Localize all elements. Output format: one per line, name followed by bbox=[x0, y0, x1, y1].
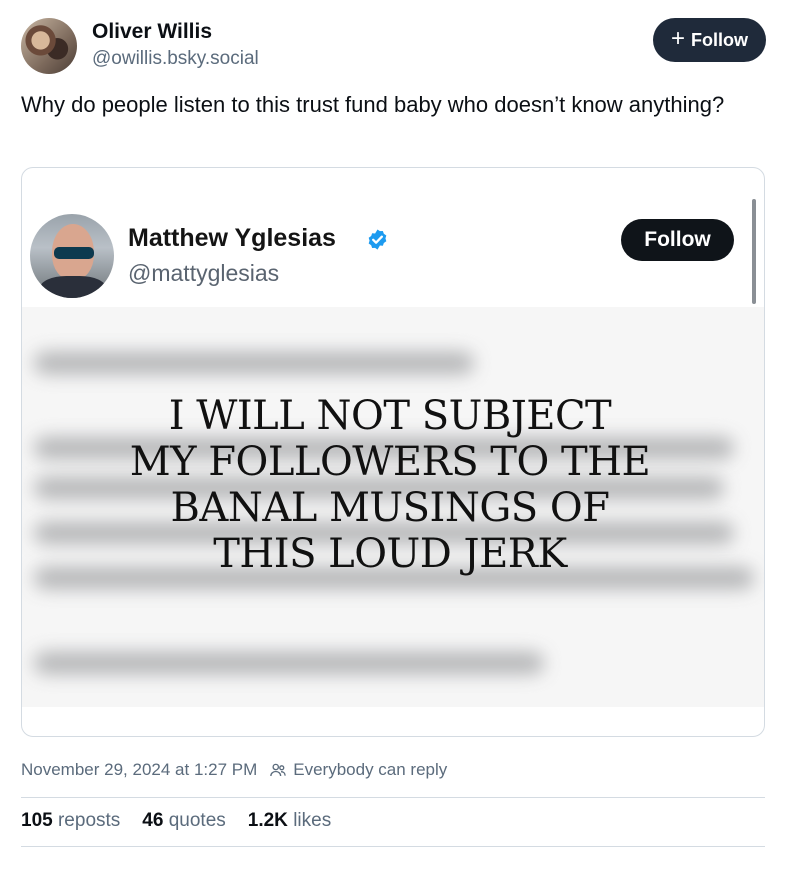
censor-overlay-text: I WILL NOT SUBJECT MY FOLLOWERS TO THE B… bbox=[60, 393, 720, 577]
sunglasses bbox=[54, 247, 94, 259]
screenshot-scrollbar bbox=[752, 199, 756, 304]
overlay-line: MY FOLLOWERS TO THE bbox=[129, 439, 651, 485]
verified-badge-icon bbox=[368, 229, 387, 250]
quoted-author-name: Matthew Yglesias bbox=[128, 224, 336, 252]
reply-setting[interactable]: Everybody can reply bbox=[293, 760, 447, 780]
post-timestamp[interactable]: November 29, 2024 at 1:27 PM bbox=[21, 760, 257, 780]
divider bbox=[21, 797, 765, 798]
post-text: Why do people listen to this trust fund … bbox=[21, 92, 725, 117]
overlay-line: BANAL MUSINGS OF bbox=[170, 485, 610, 531]
quoted-follow-button: Follow bbox=[621, 219, 734, 261]
divider bbox=[21, 846, 765, 847]
overlay-line: THIS LOUD JERK bbox=[213, 531, 567, 577]
people-icon bbox=[270, 763, 287, 777]
engagement-stats: 105 reposts 46 quotes 1.2K likes bbox=[21, 810, 331, 832]
likes-stat[interactable]: 1.2K likes bbox=[248, 810, 331, 832]
plus-icon: + bbox=[670, 25, 685, 52]
author-display-name[interactable]: Oliver Willis bbox=[92, 20, 212, 44]
quoted-author-handle: @mattyglesias bbox=[128, 260, 280, 286]
author-avatar[interactable] bbox=[21, 18, 77, 74]
quotes-stat[interactable]: 46 quotes bbox=[142, 810, 225, 832]
quoted-author-avatar bbox=[30, 214, 114, 298]
post-meta: November 29, 2024 at 1:27 PM Everybody c… bbox=[21, 758, 447, 782]
reposts-stat[interactable]: 105 reposts bbox=[21, 810, 120, 832]
follow-button[interactable]: + Follow bbox=[653, 18, 766, 62]
author-handle[interactable]: @owillis.bsky.social bbox=[92, 48, 259, 70]
post-header: Oliver Willis @owillis.bsky.social + Fol… bbox=[21, 18, 771, 76]
follow-button-label: Follow bbox=[691, 29, 748, 50]
overlay-line: I WILL NOT SUBJECT bbox=[168, 393, 612, 439]
